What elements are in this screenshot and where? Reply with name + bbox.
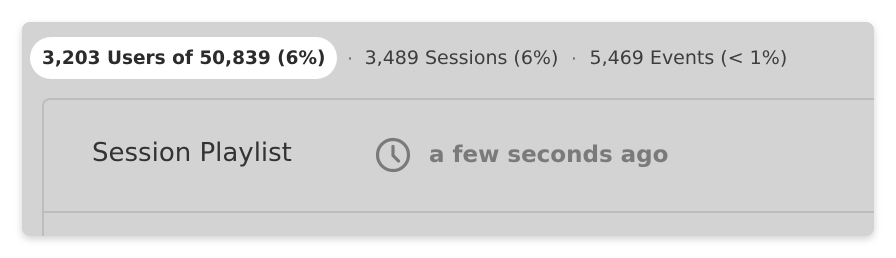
last-updated-timestamp: a few seconds ago — [429, 142, 669, 168]
last-updated: a few seconds ago — [375, 137, 668, 173]
session-playlist-panel: Session Playlist a few seconds ago — [42, 98, 874, 236]
stats-card: 3,203 Users of 50,839 (6%) · 3,489 Sessi… — [22, 22, 874, 236]
users-count-pill[interactable]: 3,203 Users of 50,839 (6%) — [30, 37, 338, 79]
separator-dot: · — [571, 48, 577, 68]
separator-dot: · — [347, 48, 353, 68]
sessions-count[interactable]: 3,489 Sessions (6%) — [365, 47, 559, 69]
clock-icon — [375, 137, 411, 173]
stats-bar: 3,203 Users of 50,839 (6%) · 3,489 Sessi… — [30, 37, 787, 79]
panel-title: Session Playlist — [92, 138, 292, 168]
panel-header: Session Playlist a few seconds ago — [44, 100, 874, 213]
events-count[interactable]: 5,469 Events (< 1%) — [590, 47, 788, 69]
